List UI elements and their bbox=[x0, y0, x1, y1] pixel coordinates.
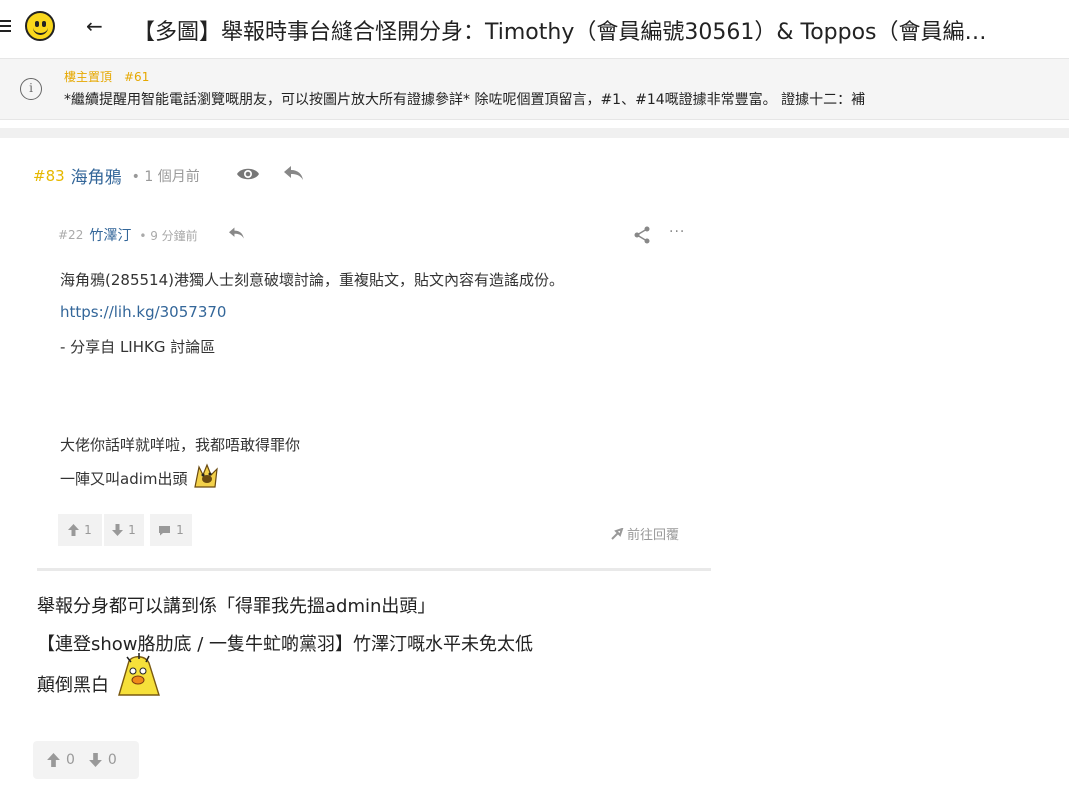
thumb-down-icon bbox=[112, 524, 124, 536]
thumb-up-icon bbox=[47, 753, 60, 767]
thread-title: 【多圖】舉報時事台縫合怪開分身：Timothy（會員編號30561）& Topp… bbox=[133, 20, 987, 45]
quote-line: 海角鴉(285514)港獨人士刻意破壞討論，重複貼文，貼文內容有造謠成份。 bbox=[60, 271, 564, 289]
quote-time: • 9 分鐘前 bbox=[139, 228, 198, 243]
quoted-post: #22 竹澤汀 • 9 分鐘前 ··· 海角鴉(285514)港獨人士刻意破壞討… bbox=[37, 200, 711, 571]
post-vote-bar: 0 0 bbox=[33, 741, 139, 779]
divider bbox=[0, 128, 1069, 138]
smiley-logo-icon[interactable] bbox=[25, 11, 55, 41]
quote-upvote-button[interactable]: 1 bbox=[58, 514, 102, 546]
pinned-text: *繼續提醒用智能電話瀏覽嘅朋友，可以按圖片放大所有證據參詳* 除咗呢個置頂留言，… bbox=[64, 92, 866, 108]
quote-comment-button[interactable]: 1 bbox=[150, 514, 192, 546]
quote-line: - 分享自 LIHKG 討論區 bbox=[60, 338, 216, 356]
eye-icon[interactable] bbox=[236, 166, 260, 182]
quote-line-with-emoji: 一陣又叫adim出頭 bbox=[60, 462, 220, 489]
more-icon[interactable]: ··· bbox=[669, 224, 685, 240]
reply-icon[interactable] bbox=[227, 226, 245, 240]
top-bar: ← 【多圖】舉報時事台縫合怪開分身：Timothy（會員編號30561）& To… bbox=[0, 0, 1069, 56]
goto-reply-label: 前往回覆 bbox=[627, 528, 680, 543]
post-body-line: 舉報分身都可以講到係「得罪我先搵admin出頭」 bbox=[37, 596, 436, 617]
quote-upvote-count: 1 bbox=[84, 523, 92, 537]
share-icon[interactable] bbox=[633, 226, 651, 244]
goto-reply-button[interactable]: 前往回覆 bbox=[611, 524, 679, 543]
back-arrow-icon[interactable]: ← bbox=[86, 14, 103, 38]
quote-comment-count: 1 bbox=[176, 523, 184, 537]
post-header: #83 海角鴉 • 1 個月前 bbox=[33, 163, 200, 189]
post-body-line: 【連登show胳肋底 / 一隻牛虻啲黨羽】竹澤汀嘅水平未免太低 bbox=[37, 634, 534, 655]
quote-link[interactable]: https://lih.kg/3057370 bbox=[60, 303, 226, 321]
quote-downvote-count: 1 bbox=[128, 523, 136, 537]
info-icon: i bbox=[20, 78, 42, 100]
post: #83 海角鴉 • 1 個月前 #22 竹澤汀 • 9 分鐘前 ··· 海角鴉(… bbox=[0, 138, 1069, 798]
post-downvote-button[interactable]: 0 bbox=[89, 752, 117, 768]
quote-number: #22 bbox=[58, 228, 84, 242]
goto-reply-icon bbox=[611, 527, 624, 540]
post-time: • 1 個月前 bbox=[131, 168, 200, 185]
post-upvote-button[interactable]: 0 bbox=[47, 752, 75, 768]
comment-icon bbox=[159, 525, 171, 535]
pinned-label: 樓主置頂 #61 bbox=[64, 70, 150, 84]
quote-vote-bar: 1 1 1 bbox=[58, 514, 192, 546]
post-upvote-count: 0 bbox=[66, 752, 75, 768]
quote-line: 大佬你話咩就咩啦，我都唔敢得罪你 bbox=[60, 436, 301, 454]
reply-icon[interactable] bbox=[282, 164, 304, 182]
quote-author[interactable]: 竹澤汀 bbox=[89, 225, 131, 245]
quote-header: #22 竹澤汀 • 9 分鐘前 bbox=[58, 225, 198, 245]
emoji-sticker bbox=[117, 653, 160, 696]
quote-line: 一陣又叫adim出頭 bbox=[60, 470, 188, 488]
post-downvote-count: 0 bbox=[107, 752, 117, 768]
post-body-line: 顛倒黑白 bbox=[37, 675, 109, 696]
thumb-up-icon bbox=[68, 524, 80, 536]
post-body-line-with-emoji: 顛倒黑白 bbox=[37, 653, 161, 697]
pinned-comment-bar[interactable]: i 樓主置頂 #61 *繼續提醒用智能電話瀏覽嘅朋友，可以按圖片放大所有證據參詳… bbox=[0, 58, 1069, 120]
quote-downvote-button[interactable]: 1 bbox=[104, 514, 144, 546]
post-number: #83 bbox=[33, 166, 65, 185]
thumb-down-icon bbox=[89, 753, 102, 767]
post-author[interactable]: 海角鴉 bbox=[71, 163, 122, 188]
emoji-sticker bbox=[194, 462, 219, 488]
menu-icon[interactable] bbox=[0, 18, 12, 34]
